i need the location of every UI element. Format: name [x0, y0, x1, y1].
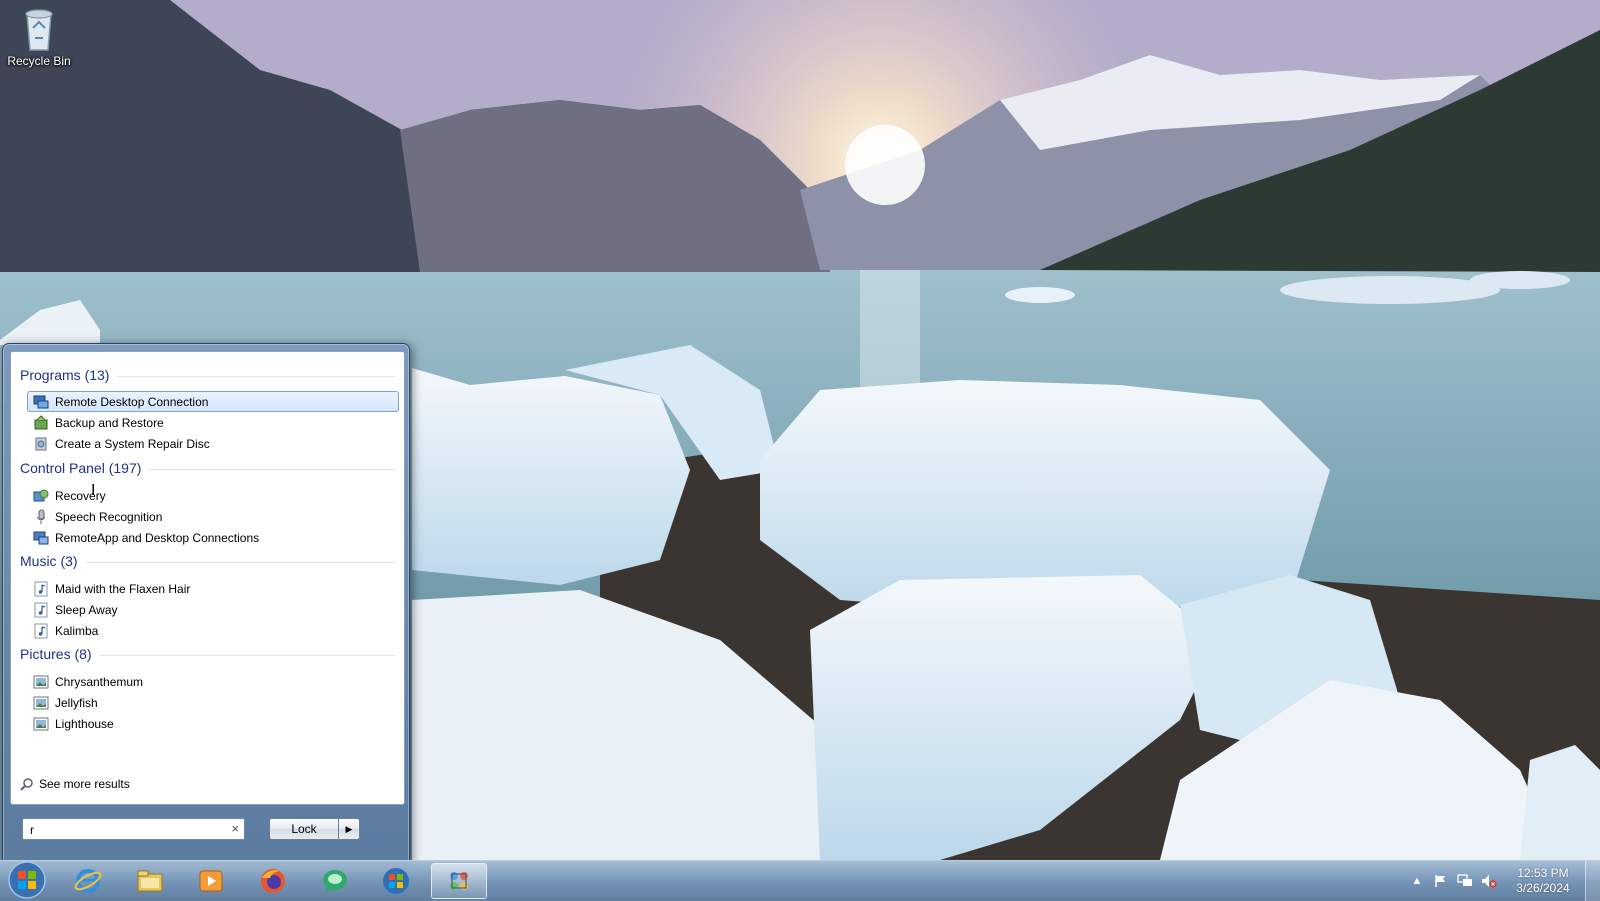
group-header-label: Pictures (8): [20, 646, 92, 662]
desktop-icon-label: Recycle Bin: [7, 54, 71, 68]
chat-app-icon: [323, 870, 347, 893]
taskbar-internet-explorer[interactable]: [60, 863, 116, 899]
result-lighthouse[interactable]: Lighthouse: [27, 713, 399, 734]
firefox-icon: [261, 869, 285, 893]
see-more-results-link[interactable]: See more results: [20, 777, 130, 791]
result-label: Jellyfish: [55, 695, 98, 710]
result-speech-recognition[interactable]: Speech Recognition: [27, 506, 399, 527]
group-header-control-panel[interactable]: Control Panel (197): [20, 460, 395, 476]
result-label: RemoteApp and Desktop Connections: [55, 530, 260, 545]
group-header-pictures[interactable]: Pictures (8): [20, 646, 395, 662]
result-chrysanthemum[interactable]: Chrysanthemum: [27, 671, 399, 692]
see-more-label: See more results: [39, 777, 130, 791]
picture-file-icon: [33, 675, 49, 688]
result-recovery[interactable]: Recovery: [27, 485, 399, 506]
taskbar-chat-app[interactable]: [307, 863, 363, 899]
desktop-icon-recycle-bin[interactable]: Recycle Bin: [4, 6, 74, 68]
group-header-label: Control Panel (197): [20, 460, 142, 476]
taskbar-media-player[interactable]: [183, 863, 239, 899]
windows-update-icon: [383, 868, 409, 894]
group-header-music[interactable]: Music (3): [20, 553, 395, 569]
recycle-bin-icon: [25, 9, 53, 51]
result-remoteapp-desktop-connections[interactable]: RemoteApp and Desktop Connections: [27, 527, 399, 548]
result-backup-and-restore[interactable]: Backup and Restore: [27, 412, 399, 433]
group-header-label: Music (3): [20, 553, 78, 569]
clock-date: 3/26/2024: [1516, 881, 1570, 895]
result-create-system-repair-disc[interactable]: Create a System Repair Disc: [27, 433, 399, 454]
result-jellyfish[interactable]: Jellyfish: [27, 692, 399, 713]
clock[interactable]: 12:53 PM 3/26/2024: [1507, 866, 1579, 896]
result-label: Lighthouse: [55, 716, 114, 731]
microphone-icon: [36, 509, 46, 524]
result-label: Chrysanthemum: [55, 674, 144, 689]
system-tray: ▲ 12:53 PM 3/26/2024: [1405, 861, 1600, 901]
clock-time: 12:53 PM: [1517, 866, 1569, 880]
result-label: Create a System Repair Disc: [55, 436, 210, 451]
music-file-icon: [34, 623, 48, 638]
windows-orb-icon: [8, 861, 46, 899]
show-desktop-button[interactable]: [1585, 861, 1600, 901]
taskbar-firefox[interactable]: [245, 863, 301, 899]
result-label: Kalimba: [55, 623, 99, 638]
volume-muted-icon[interactable]: [1481, 873, 1497, 889]
result-label: Backup and Restore: [55, 415, 164, 430]
picture-file-icon: [33, 717, 49, 730]
backup-restore-icon: [34, 414, 48, 429]
text-cursor-icon: Ι: [91, 481, 96, 499]
result-label: Maid with the Flaxen Hair: [55, 581, 191, 596]
result-label: Speech Recognition: [55, 509, 163, 524]
start-menu: Programs (13) Remote Desktop Connection …: [2, 343, 410, 863]
repair-disc-icon: [35, 437, 47, 450]
remoteapp-icon: [33, 531, 49, 544]
result-label: Remote Desktop Connection: [55, 394, 209, 409]
network-icon[interactable]: [1457, 873, 1473, 889]
remote-desktop-icon: [33, 395, 49, 408]
music-file-icon: [34, 581, 48, 596]
group-header-label: Programs (13): [20, 367, 110, 383]
start-search-box[interactable]: ×: [22, 818, 245, 840]
action-center-flag-icon[interactable]: [1433, 873, 1449, 889]
power-options-arrow-icon[interactable]: ▶: [338, 818, 360, 840]
music-file-icon: [34, 602, 48, 617]
internet-explorer-icon: [74, 869, 102, 893]
search-input[interactable]: [28, 820, 222, 840]
clear-search-icon[interactable]: ×: [231, 821, 239, 836]
taskbar-file-explorer[interactable]: [122, 863, 178, 899]
result-kalimba[interactable]: Kalimba: [27, 620, 399, 641]
taskbar: ▲ 12:53 PM 3/26/2024: [0, 860, 1600, 901]
result-maid-with-the-flaxen-hair[interactable]: Maid with the Flaxen Hair: [27, 578, 399, 599]
group-header-programs[interactable]: Programs (13): [20, 367, 395, 383]
search-icon: [20, 778, 33, 791]
result-label: Sleep Away: [55, 602, 118, 617]
result-sleep-away[interactable]: Sleep Away: [27, 599, 399, 620]
media-player-icon: [199, 870, 223, 892]
remote-desktop-app-icon: [450, 872, 468, 890]
start-button[interactable]: [4, 859, 50, 901]
taskbar-remote-desktop-app[interactable]: [431, 863, 487, 899]
picture-file-icon: [33, 696, 49, 709]
taskbar-windows-update[interactable]: [368, 863, 424, 899]
search-results-pane: Programs (13) Remote Desktop Connection …: [10, 351, 405, 805]
file-explorer-icon: [137, 870, 163, 892]
result-label: Recovery: [55, 488, 106, 503]
lock-button[interactable]: Lock: [269, 818, 339, 840]
show-hidden-icons-arrow[interactable]: ▲: [1409, 873, 1425, 889]
result-remote-desktop-connection[interactable]: Remote Desktop Connection: [27, 391, 399, 412]
recovery-icon: [33, 489, 49, 501]
